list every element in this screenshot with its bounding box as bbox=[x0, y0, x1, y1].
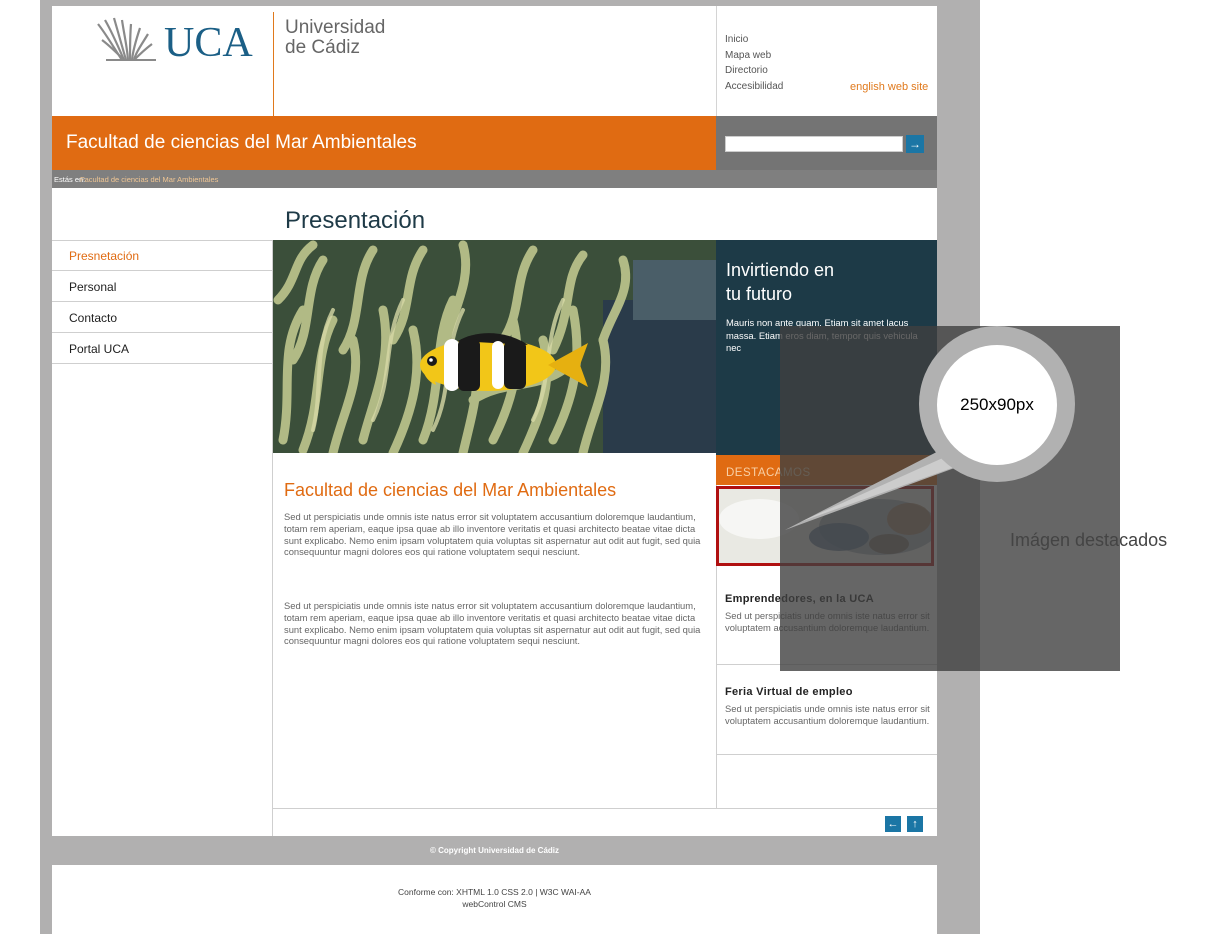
promo-title: Invirtiendo en tu futuro bbox=[726, 258, 834, 306]
sidebar-item-portal-uca[interactable]: Portal UCA bbox=[52, 333, 272, 364]
search-button[interactable]: → bbox=[906, 135, 924, 153]
annotation-caption: Imágen destacados bbox=[1010, 530, 1168, 550]
paragraph-2: Sed ut perspiciatis unde omnis iste natu… bbox=[284, 600, 701, 647]
image-size-label: 250x90px bbox=[960, 395, 1034, 414]
divider bbox=[716, 754, 937, 755]
english-site-link[interactable]: english web site bbox=[850, 81, 928, 93]
logo-text: UCA bbox=[164, 20, 253, 66]
link-mapa-web[interactable]: Mapa web bbox=[725, 48, 783, 64]
sidebar-nav: Presnetación Personal Contacto Portal UC… bbox=[52, 240, 272, 364]
arrow-left-icon: ← bbox=[887, 818, 899, 830]
divider bbox=[273, 808, 937, 809]
search-input[interactable] bbox=[725, 136, 903, 152]
clownfish-image bbox=[273, 240, 716, 453]
hero-image bbox=[273, 240, 716, 453]
logo-divider bbox=[273, 12, 274, 116]
top-links: Inicio Mapa web Directorio Accesibilidad bbox=[725, 32, 783, 94]
back-button[interactable]: ← bbox=[885, 816, 901, 832]
sidebar-item-contacto[interactable]: Contacto bbox=[52, 302, 272, 333]
site-header: UCA Universidad de Cádiz Inicio Mapa web… bbox=[52, 6, 937, 116]
uca-logo[interactable]: UCA bbox=[92, 14, 272, 76]
news-item[interactable]: Feria Virtual de empleo Sed ut perspicia… bbox=[725, 686, 930, 726]
link-inicio[interactable]: Inicio bbox=[725, 32, 783, 48]
arrow-right-icon: → bbox=[909, 137, 921, 151]
paragraph-1: Sed ut perspiciatis unde omnis iste natu… bbox=[284, 511, 701, 558]
breadcrumb-current[interactable]: Facultad de ciencias del Mar Ambientales bbox=[80, 175, 218, 184]
promo-title-line1: Invirtiendo en bbox=[726, 260, 835, 280]
sidebar-item-presentacion[interactable]: Presnetación bbox=[52, 240, 272, 271]
arrow-up-icon: ↑ bbox=[912, 818, 918, 830]
sidebar-item-personal[interactable]: Personal bbox=[52, 271, 272, 302]
section-title: Facultad de ciencias del Mar Ambientales bbox=[284, 480, 617, 500]
cms-text: webControl CMS bbox=[462, 899, 527, 909]
page-title: Presentación bbox=[285, 207, 426, 234]
link-accesibilidad[interactable]: Accesibilidad bbox=[725, 79, 783, 95]
news-text: Sed ut perspiciatis unde omnis iste natu… bbox=[725, 703, 930, 726]
university-name: Universidad de Cádiz bbox=[285, 18, 385, 58]
copyright: © Copyright Universidad de Cádiz bbox=[429, 846, 560, 855]
scroll-top-button[interactable]: ↑ bbox=[907, 816, 923, 832]
promo-title-line2: tu futuro bbox=[726, 284, 793, 304]
breadcrumb: Estás en: Facultad de ciencias del Mar A… bbox=[52, 170, 937, 188]
university-line2: de Cádiz bbox=[285, 37, 360, 58]
link-directorio[interactable]: Directorio bbox=[725, 63, 783, 79]
conformance-text[interactable]: Conforme con: XHTML 1.0 CSS 2.0 | W3C WA… bbox=[52, 887, 937, 897]
top-links-divider bbox=[716, 6, 717, 116]
site-title[interactable]: Facultad de ciencias del Mar Ambientales bbox=[66, 132, 417, 154]
news-title[interactable]: Feria Virtual de empleo bbox=[725, 686, 930, 698]
university-line1: Universidad bbox=[285, 17, 386, 38]
footer: Conforme con: XHTML 1.0 CSS 2.0 | W3C WA… bbox=[52, 865, 937, 934]
